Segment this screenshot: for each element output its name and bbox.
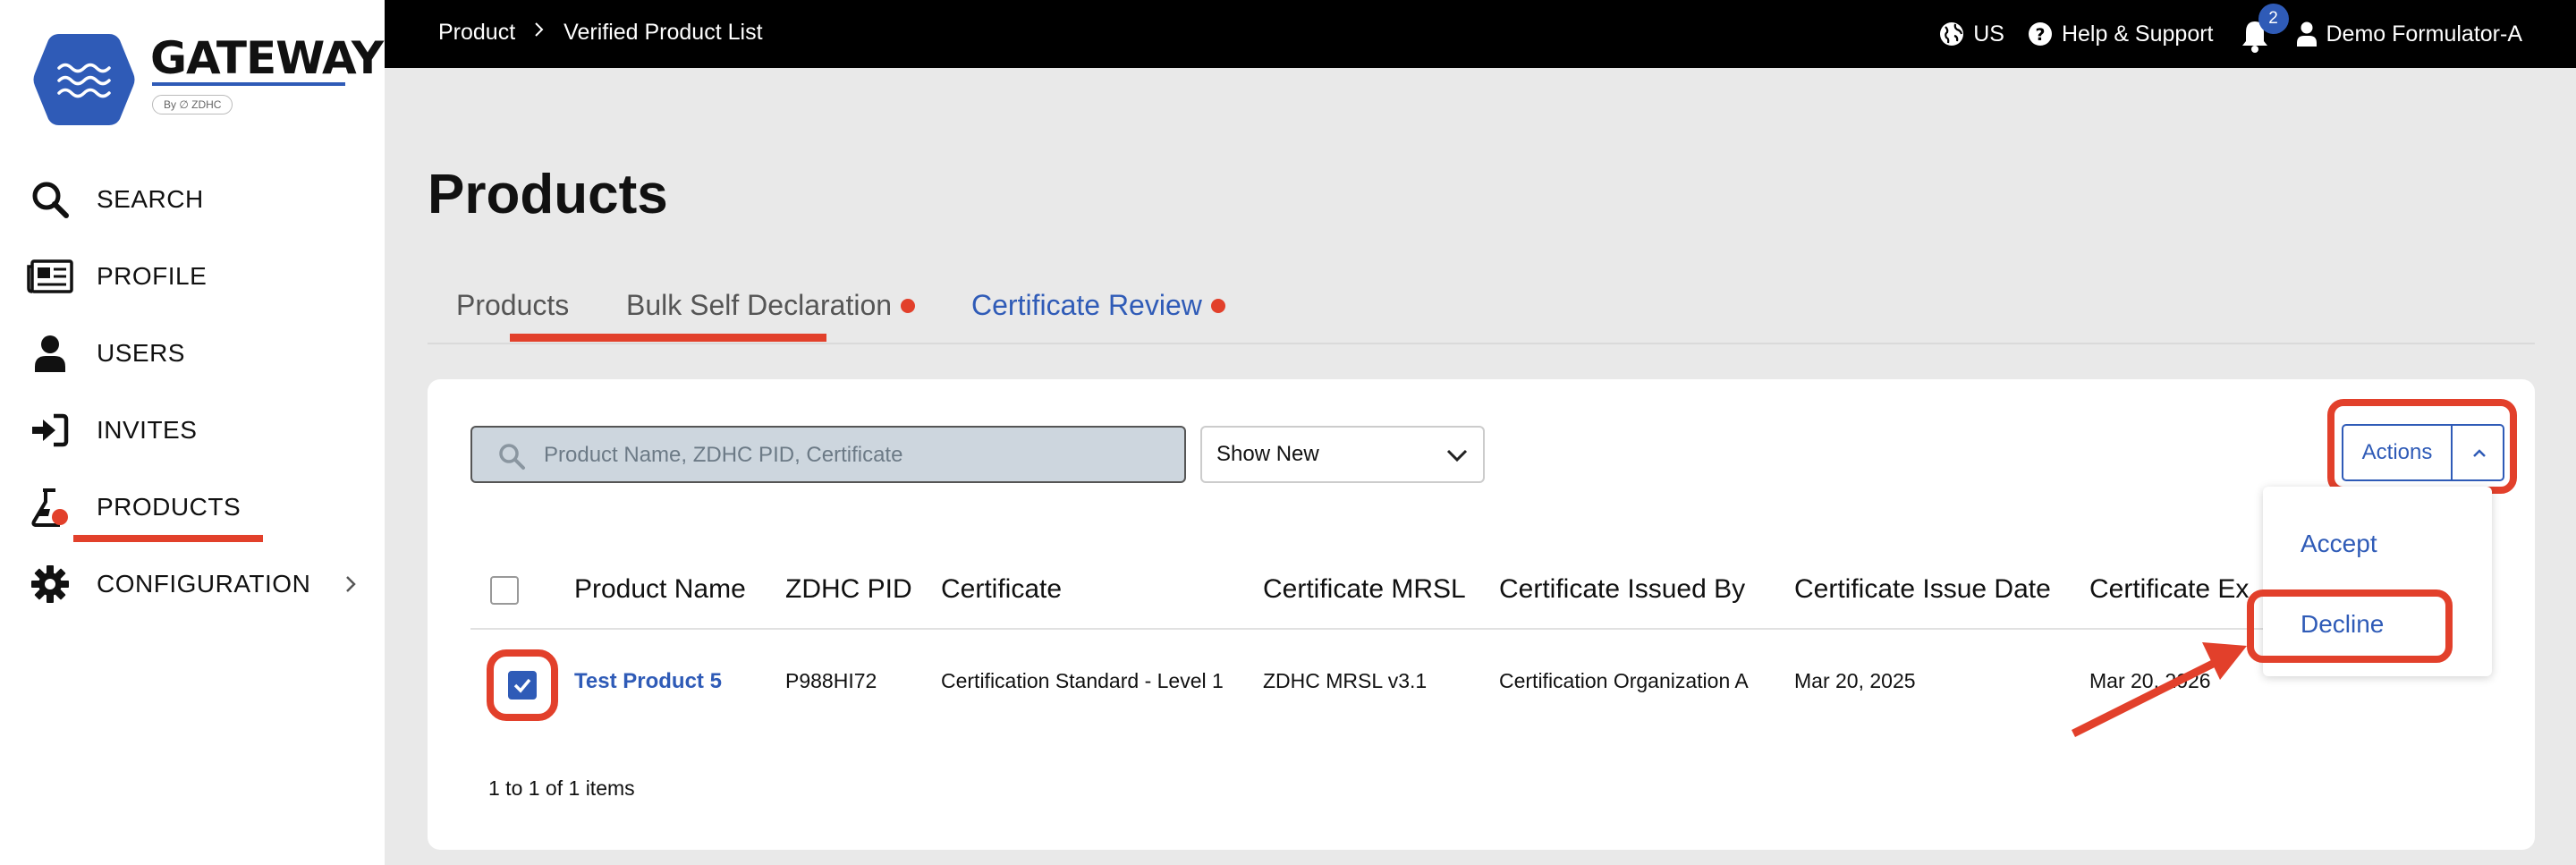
notifications-button[interactable]: 2 bbox=[2237, 4, 2289, 53]
top-bar: Product Verified Product List US ? Help … bbox=[385, 0, 2576, 68]
tab-label: Certificate Review bbox=[971, 289, 1202, 321]
flask-icon bbox=[27, 484, 73, 530]
sidebar-item-label: PROFILE bbox=[97, 262, 208, 290]
svg-text:?: ? bbox=[2035, 25, 2045, 45]
search-icon bbox=[497, 442, 526, 475]
chevron-up-icon[interactable] bbox=[2469, 444, 2490, 468]
chevron-right-icon bbox=[338, 572, 363, 601]
actions-divider bbox=[2451, 426, 2453, 479]
tab-label: Products bbox=[456, 289, 570, 321]
user-name: Demo Formulator-A bbox=[2326, 21, 2523, 47]
card-content: Show New Product Name ZDHC PID Certifica… bbox=[428, 379, 2535, 850]
sidebar-item-label: USERS bbox=[97, 339, 185, 367]
sign-in-icon bbox=[27, 407, 73, 454]
column-header-certificate[interactable]: Certificate bbox=[941, 574, 1062, 605]
tab-certificate-review[interactable]: Certificate Review bbox=[971, 289, 1225, 322]
sidebar-item-configuration[interactable]: CONFIGURATION bbox=[0, 557, 385, 611]
select-all-checkbox[interactable] bbox=[490, 576, 519, 605]
search-box bbox=[470, 426, 1186, 483]
help-support-link[interactable]: ? Help & Support bbox=[2028, 21, 2214, 47]
column-header-certificate-issued-by[interactable]: Certificate Issued By bbox=[1499, 574, 1745, 605]
profile-card-icon bbox=[27, 253, 73, 300]
tab-products[interactable]: Products bbox=[456, 289, 569, 322]
table-header: Product Name ZDHC PID Certificate Certif… bbox=[470, 549, 2492, 630]
search-icon bbox=[27, 176, 73, 223]
cell-expiry-date: Mar 20, 2026 bbox=[2089, 669, 2211, 692]
column-header-certificate-issue-date[interactable]: Certificate Issue Date bbox=[1794, 574, 2051, 605]
question-circle-icon: ? bbox=[2028, 22, 2052, 46]
sidebar-item-label: PRODUCTS bbox=[97, 493, 242, 521]
product-name-link[interactable]: Test Product 5 bbox=[574, 669, 722, 694]
checkbox-highlight bbox=[487, 649, 558, 721]
notification-badge: 2 bbox=[2258, 4, 2289, 34]
sidebar-item-products[interactable]: PRODUCTS bbox=[0, 480, 385, 534]
help-support-label: Help & Support bbox=[2061, 21, 2214, 47]
top-bar-actions: US ? Help & Support 2 Demo Formulator-A bbox=[1939, 4, 2523, 53]
tab-bulk-self-declaration[interactable]: Bulk Self Declaration bbox=[626, 289, 916, 322]
chevron-down-icon bbox=[1445, 445, 1469, 471]
logo-by-zdhc: By ∅ ZDHC bbox=[152, 95, 233, 114]
actions-label: Actions bbox=[2361, 440, 2433, 464]
tab-notification-dot bbox=[901, 298, 916, 313]
breadcrumb: Product Verified Product List bbox=[438, 20, 763, 46]
column-header-zdhc-pid[interactable]: ZDHC PID bbox=[785, 574, 912, 605]
globe-icon bbox=[1940, 22, 1964, 46]
sidebar-item-label: SEARCH bbox=[97, 185, 204, 213]
menu-item-accept[interactable]: Accept bbox=[2301, 530, 2377, 558]
sidebar-item-users[interactable]: USERS bbox=[0, 326, 385, 380]
actions-highlight: Actions bbox=[2327, 399, 2517, 494]
active-tab-indicator bbox=[510, 334, 826, 342]
column-header-certificate-expiry[interactable]: Certificate Ex bbox=[2089, 574, 2249, 605]
sidebar-item-label: CONFIGURATION bbox=[97, 570, 311, 598]
column-header-product-name[interactable]: Product Name bbox=[574, 574, 746, 605]
user-icon bbox=[27, 330, 73, 377]
gear-icon bbox=[27, 561, 73, 607]
sidebar-item-invites[interactable]: INVITES bbox=[0, 403, 385, 457]
sidebar-item-search[interactable]: SEARCH bbox=[0, 173, 385, 226]
breadcrumb-current: Verified Product List bbox=[564, 20, 763, 45]
certificate-review-card: Show New Product Name ZDHC PID Certifica… bbox=[428, 379, 2535, 850]
cell-zdhc-pid: P988HI72 bbox=[785, 669, 877, 692]
actions-button[interactable]: Actions bbox=[2342, 424, 2504, 481]
tab-notification-dot bbox=[1210, 298, 1225, 313]
logo-title: GATEWAY bbox=[150, 32, 384, 84]
column-header-certificate-mrsl[interactable]: Certificate MRSL bbox=[1263, 574, 1466, 605]
user-menu[interactable]: Demo Formulator-A bbox=[2296, 21, 2523, 47]
user-icon bbox=[2296, 21, 2317, 47]
sidebar-item-profile[interactable]: PROFILE bbox=[0, 250, 385, 303]
tab-label: Bulk Self Declaration bbox=[626, 289, 893, 321]
cell-issued-by: Certification Organization A bbox=[1499, 669, 1749, 692]
cell-certificate: Certification Standard - Level 1 bbox=[941, 669, 1224, 692]
bell-icon: 2 bbox=[2237, 4, 2289, 53]
active-nav-indicator bbox=[73, 535, 263, 542]
show-filter-value: Show New bbox=[1216, 442, 1319, 466]
table-row: Test Product 5 P988HI72 Certification St… bbox=[470, 632, 2492, 730]
pagination-summary: 1 to 1 of 1 items bbox=[488, 776, 635, 800]
cell-issue-date: Mar 20, 2025 bbox=[1794, 669, 1916, 692]
logo-underline bbox=[152, 82, 345, 86]
page-title: Products bbox=[428, 164, 668, 225]
cell-certificate-mrsl: ZDHC MRSL v3.1 bbox=[1263, 669, 1428, 692]
decline-highlight bbox=[2247, 589, 2453, 663]
logo-hexagon-icon bbox=[33, 34, 135, 125]
sidebar-item-label: INVITES bbox=[97, 416, 198, 444]
sidebar: GATEWAY By ∅ ZDHC SEARCH PROFILE USERS I… bbox=[0, 0, 385, 865]
breadcrumb-product[interactable]: Product bbox=[438, 20, 515, 46]
region-label: US bbox=[1973, 21, 2004, 47]
chevron-right-icon bbox=[531, 20, 547, 46]
gateway-logo[interactable]: GATEWAY By ∅ ZDHC bbox=[32, 30, 384, 129]
show-filter-select[interactable]: Show New bbox=[1200, 426, 1485, 483]
region-selector[interactable]: US bbox=[1939, 21, 2004, 47]
search-input[interactable] bbox=[544, 440, 1152, 471]
